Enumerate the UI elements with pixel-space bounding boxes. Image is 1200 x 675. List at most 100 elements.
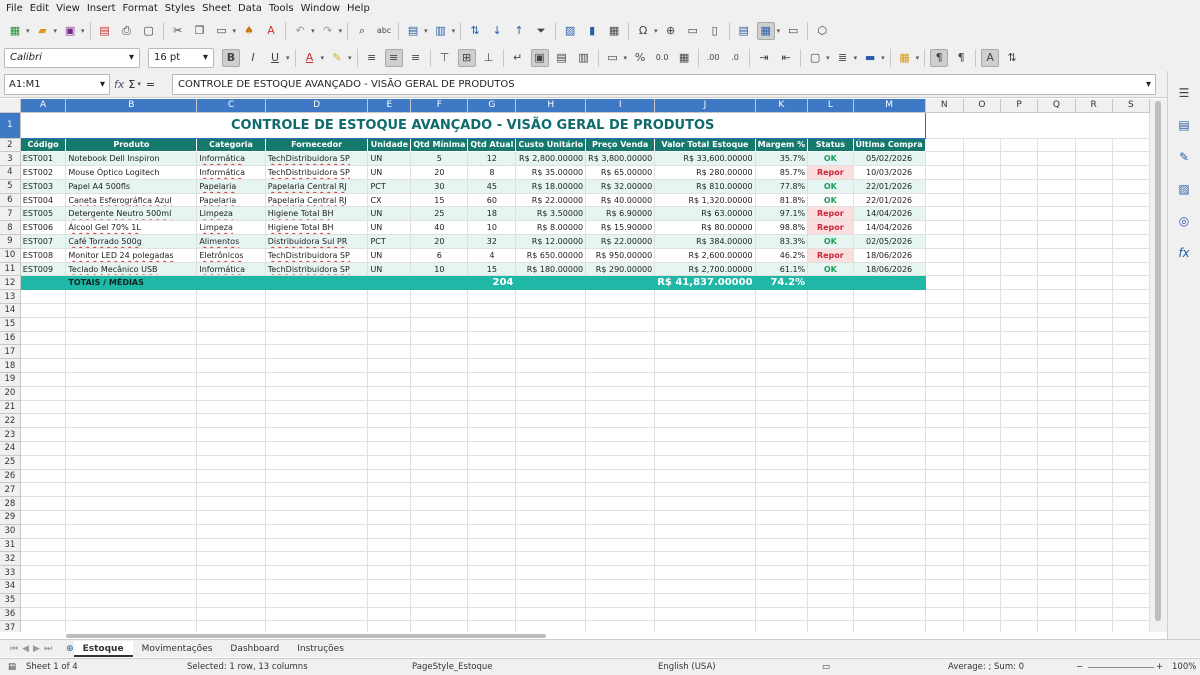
empty-cell[interactable] (1112, 262, 1150, 277)
row-header[interactable]: 21 (0, 400, 21, 415)
empty-cell[interactable] (265, 620, 369, 632)
column-header[interactable]: P (1000, 99, 1039, 113)
empty-cell[interactable] (755, 427, 809, 443)
empty-cell[interactable] (1000, 565, 1039, 580)
empty-cell[interactable] (755, 524, 809, 539)
empty-cell[interactable] (65, 593, 198, 608)
column-title-cell[interactable]: Categoria (196, 138, 266, 153)
empty-cell[interactable] (467, 538, 517, 553)
cut-icon[interactable]: ✂ (169, 22, 187, 40)
empty-cell[interactable] (925, 331, 964, 346)
empty-cell[interactable] (196, 551, 266, 567)
empty-cell[interactable] (1037, 427, 1076, 443)
row-header[interactable]: 24 (0, 441, 21, 456)
empty-cell[interactable] (853, 441, 926, 456)
empty-cell[interactable] (367, 400, 412, 415)
data-cell[interactable]: Limpeza (196, 206, 266, 222)
empty-cell[interactable] (654, 427, 756, 443)
find-replace-icon[interactable]: ⌕ (353, 22, 371, 40)
empty-cell[interactable] (65, 579, 198, 594)
align-middle-icon[interactable]: ⊞ (457, 48, 476, 67)
empty-cell[interactable] (963, 372, 1002, 387)
empty-cell[interactable] (654, 496, 756, 512)
empty-cell[interactable] (410, 620, 469, 632)
totals-empty-cell[interactable] (196, 275, 266, 291)
empty-cell[interactable] (515, 386, 587, 401)
menu-format[interactable]: Format (123, 3, 158, 14)
empty-cell[interactable] (1037, 538, 1076, 553)
bold-icon[interactable]: B (222, 48, 240, 67)
empty-cell[interactable] (1000, 220, 1039, 236)
empty-cell[interactable] (585, 593, 656, 608)
empty-cell[interactable] (585, 565, 656, 580)
empty-cell[interactable] (65, 400, 198, 415)
row-header[interactable]: 9 (0, 234, 21, 249)
empty-cell[interactable] (1075, 220, 1113, 236)
empty-cell[interactable] (265, 413, 369, 429)
empty-cell[interactable] (1037, 620, 1076, 632)
data-cell[interactable]: Repor (807, 248, 854, 263)
empty-cell[interactable] (807, 427, 854, 443)
empty-cell[interactable] (467, 400, 517, 415)
empty-cell[interactable] (1037, 248, 1076, 263)
empty-cell[interactable] (1000, 234, 1039, 249)
column-icon[interactable]: ▥ (432, 22, 450, 40)
split-window-icon[interactable]: ▭ (784, 22, 802, 40)
autofilter-icon[interactable]: ⏷ (532, 22, 550, 40)
empty-cell[interactable] (1000, 607, 1039, 622)
empty-cell[interactable] (20, 579, 67, 594)
empty-cell[interactable] (654, 455, 756, 470)
empty-cell[interactable] (467, 331, 517, 346)
empty-cell[interactable] (1000, 165, 1039, 180)
empty-cell[interactable] (1075, 358, 1113, 374)
empty-cell[interactable] (1112, 551, 1150, 567)
empty-cell[interactable] (367, 565, 412, 580)
empty-cell[interactable] (196, 510, 266, 525)
tab-instrucoes[interactable]: Instruções (288, 644, 353, 654)
empty-cell[interactable] (367, 538, 412, 553)
column-header[interactable]: I (585, 99, 656, 113)
pivot-table-icon[interactable]: ▦ (605, 22, 623, 40)
data-cell[interactable]: Limpeza (196, 220, 266, 236)
borders-icon[interactable]: ▢ (806, 49, 824, 67)
empty-cell[interactable] (807, 344, 854, 360)
font-size-combo[interactable]: 16 pt ▾ (148, 47, 214, 68)
totals-empty-cell[interactable] (585, 275, 656, 291)
column-header[interactable]: O (963, 99, 1002, 113)
column-title-cell[interactable]: Qtd Atual (467, 138, 517, 153)
data-cell[interactable]: TechDistribuidora SP (265, 262, 369, 277)
empty-cell[interactable] (654, 551, 756, 567)
empty-cell[interactable] (1037, 607, 1076, 622)
empty-cell[interactable] (1000, 248, 1039, 263)
empty-cell[interactable] (1000, 358, 1039, 374)
row-header[interactable]: 33 (0, 565, 21, 580)
empty-cell[interactable] (585, 579, 656, 594)
empty-cell[interactable] (1037, 179, 1076, 194)
vertical-scrollbar[interactable] (1150, 99, 1167, 632)
empty-cell[interactable] (1075, 400, 1113, 415)
empty-cell[interactable] (196, 358, 266, 374)
clear-formatting-icon[interactable]: A (262, 22, 280, 40)
empty-cell[interactable] (410, 482, 469, 498)
empty-cell[interactable] (963, 579, 1002, 594)
empty-cell[interactable] (585, 413, 656, 429)
empty-cell[interactable] (853, 358, 926, 374)
empty-cell[interactable] (585, 510, 656, 525)
empty-cell[interactable] (1112, 344, 1150, 360)
data-cell[interactable]: 10 (467, 220, 517, 236)
empty-cell[interactable] (1112, 138, 1150, 153)
empty-cell[interactable] (1075, 317, 1113, 332)
empty-cell[interactable] (585, 317, 656, 332)
empty-cell[interactable] (925, 455, 964, 470)
empty-cell[interactable] (654, 400, 756, 415)
empty-cell[interactable] (1075, 524, 1113, 539)
row-header[interactable]: 15 (0, 317, 21, 332)
empty-cell[interactable] (925, 165, 964, 180)
empty-cell[interactable] (20, 565, 67, 580)
menu-data[interactable]: Data (238, 3, 262, 14)
row-header[interactable]: 18 (0, 358, 21, 374)
column-title-cell[interactable]: Produto (65, 138, 198, 153)
data-cell[interactable]: PCT (367, 234, 412, 249)
empty-cell[interactable] (467, 386, 517, 401)
data-cell[interactable]: Repor (807, 206, 854, 222)
